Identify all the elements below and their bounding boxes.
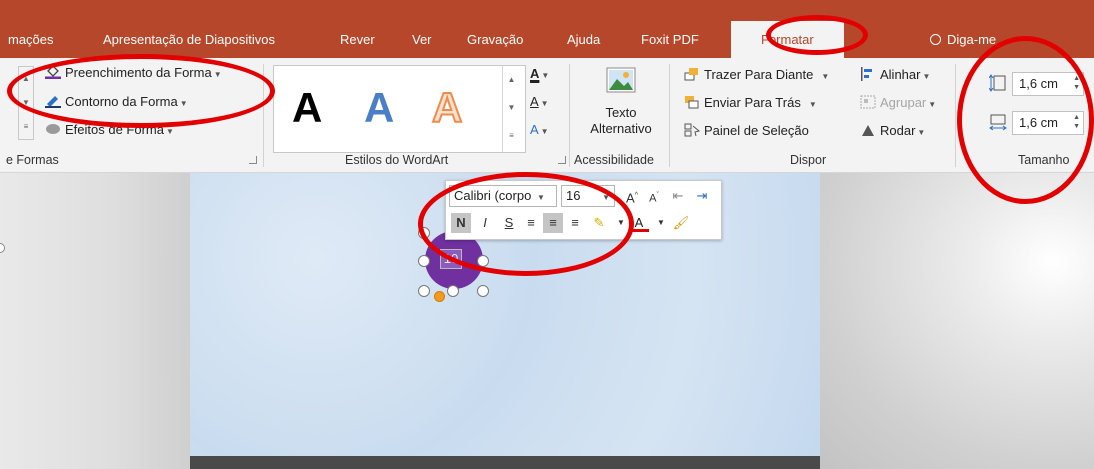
alt-text-label-1: Texto [605,105,637,120]
text-outline-label: A [530,94,539,109]
shape-effects-icon [46,124,60,134]
send-backward-label: Enviar Para Trás [704,95,801,110]
alt-text-button[interactable]: Texto Alternativo [580,64,662,137]
dialog-launcher-icon[interactable] [558,156,566,164]
selection-pane-icon [684,123,700,137]
rotate-button[interactable]: Rodar ▼ [860,123,925,138]
image-icon [606,67,636,93]
chevron-down-icon: ▼ [540,99,549,108]
rotate-label: Rodar [880,123,916,138]
tell-me-search[interactable]: Diga-me [930,32,996,47]
background-wall-left [0,173,190,469]
selection-pane-button[interactable]: Painel de Seleção [684,123,809,138]
annotation-ring-size [957,36,1094,204]
decrease-indent-icon[interactable]: ⇤ [668,186,688,206]
accessibility-group-label: Acessibilidade [574,153,654,167]
wordart-style-blue[interactable]: A [364,84,394,132]
wordart-gallery[interactable]: A A A ▲ ▼ ≡ [273,65,526,153]
tab-animations[interactable]: mações [8,32,54,47]
tab-view[interactable]: Ver [412,32,432,47]
chevron-down-icon: ▼ [166,127,174,136]
format-painter-icon[interactable]: 🖌 [671,213,691,233]
chevron-down-icon: ▼ [541,71,550,80]
chevron-down-icon[interactable]: ▼ [651,213,671,233]
chevron-down-icon: ▼ [540,127,549,136]
slide-floor-strip [190,456,820,469]
ribbon-tab-bar: mações Apresentação de Diapositivos Reve… [0,0,1094,58]
alt-text-label-2: Alternativo [590,121,652,136]
send-backward-button[interactable]: Enviar Para Trás ▼ [684,95,817,110]
background-wall-right [820,173,1094,469]
text-outline-button[interactable]: A ▼ [530,94,549,109]
tab-help[interactable]: Ajuda [567,32,600,47]
wordart-gallery-scroll[interactable]: ▲ ▼ ≡ [502,66,520,152]
wordart-group-label: Estilos do WordArt [345,153,449,167]
separator [569,64,570,167]
arrange-group-label: Dispor [790,153,827,167]
resize-handle-bottom-right[interactable] [477,285,489,297]
align-icon [861,67,872,81]
align-label: Alinhar [880,67,921,82]
bring-forward-label: Trazer Para Diante [704,67,814,82]
resize-handle-bottom[interactable] [447,285,459,297]
group-icon [860,95,876,109]
increase-indent-icon[interactable]: ⇥ [692,186,712,206]
dialog-launcher-icon[interactable] [249,156,257,164]
bring-forward-button[interactable]: Trazer Para Diante ▼ [684,67,829,82]
lightbulb-icon [930,34,941,45]
annotation-ring-shape-styles [7,54,275,128]
send-backward-icon [685,96,699,109]
tab-review[interactable]: Rever [340,32,375,47]
chevron-down-icon: ▼ [821,72,830,81]
annotation-ring-format-tab [766,15,868,55]
annotation-ring-mini-toolbar [418,172,634,276]
decrease-font-size-button[interactable]: Aˇ [644,186,664,206]
wordart-style-orange[interactable]: A [431,83,463,132]
tab-foxit-pdf[interactable]: Foxit PDF [641,32,699,47]
tell-me-label: Diga-me [947,32,997,47]
resize-handle-bottom-left[interactable] [418,285,430,297]
wordart-style-black[interactable]: A [292,84,322,132]
selection-pane-label: Painel de Seleção [704,123,809,138]
rotate-icon [862,125,874,136]
bring-forward-icon [684,68,698,81]
chevron-down-icon: ▼ [917,128,926,137]
align-button[interactable]: Alinhar ▼ [860,67,930,82]
tab-recording[interactable]: Gravação [467,32,523,47]
group-button[interactable]: Agrupar ▼ [860,95,936,110]
text-effects-label: A [530,122,539,137]
chevron-down-icon: ▼ [922,72,931,81]
tab-slide-show[interactable]: Apresentação de Diapositivos [103,32,275,47]
resize-handle-left[interactable] [418,255,430,267]
separator [669,64,670,167]
shape-styles-group-label: e Formas [6,153,59,167]
adjustment-handle[interactable] [434,291,445,302]
separator [955,64,956,167]
chevron-down-icon: ▼ [808,100,817,109]
chevron-down-icon: ▼ [928,100,937,109]
text-fill-label: A [530,66,540,81]
text-fill-button[interactable]: A ▼ [530,66,549,81]
text-effects-button[interactable]: A ▼ [530,122,549,137]
group-label: Agrupar [880,95,927,110]
